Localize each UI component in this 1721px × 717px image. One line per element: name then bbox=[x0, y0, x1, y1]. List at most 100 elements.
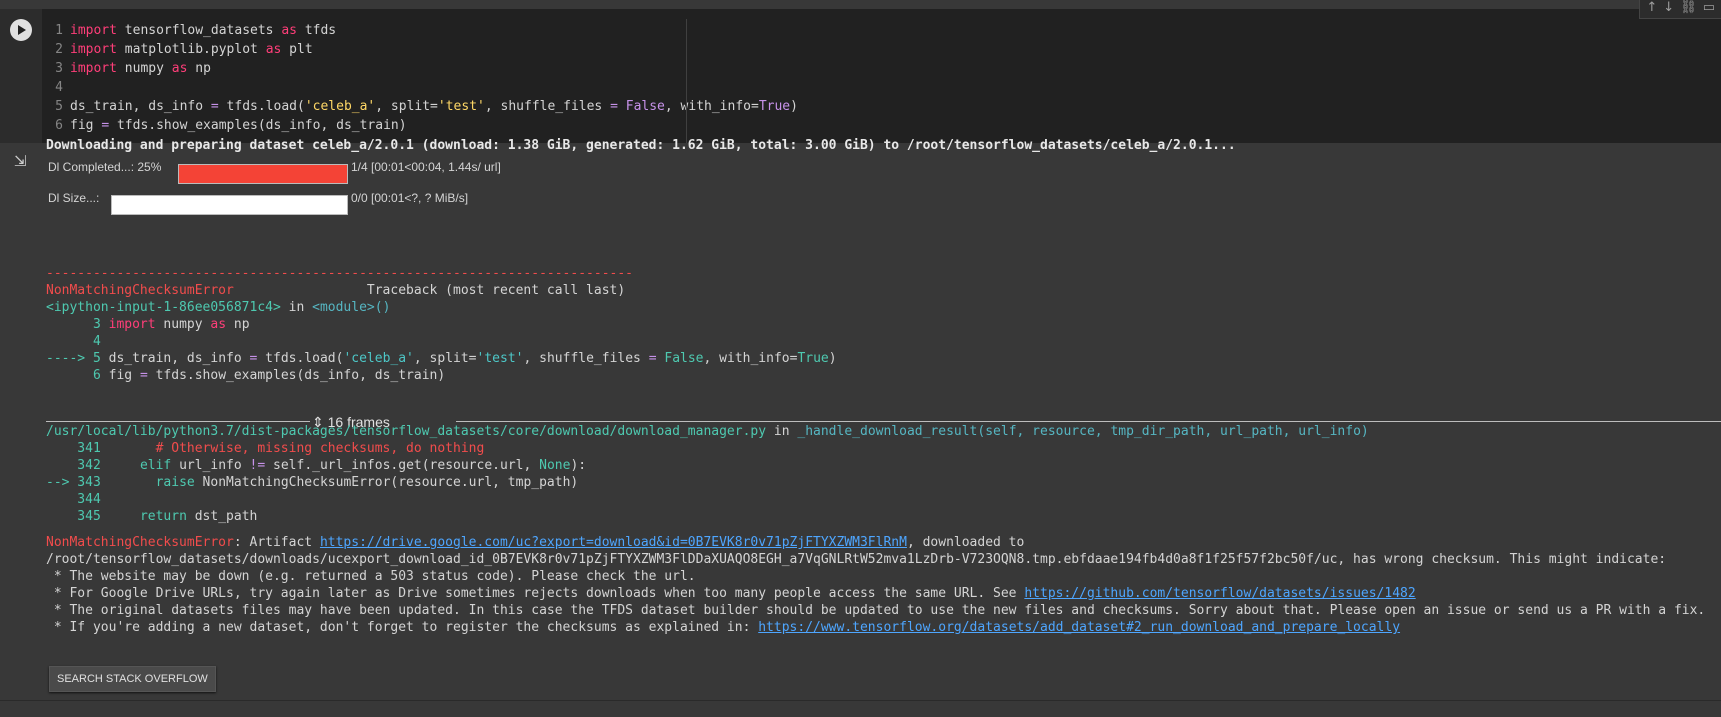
current-line-arrow: --> 343 bbox=[46, 475, 109, 490]
dl-completed-status: 1/4 [00:01<00:04, 1.44s/ url] bbox=[351, 160, 501, 174]
code-token: fig bbox=[70, 118, 102, 133]
traceback-line-number: 344 bbox=[46, 492, 109, 507]
bullet-google-drive: * For Google Drive URLs, try again later… bbox=[46, 585, 1416, 602]
link-icon[interactable]: ⛓ bbox=[1680, 0, 1697, 18]
traceback-dashes: ----------------------------------------… bbox=[46, 266, 633, 281]
current-line-arrow: ----> 5 bbox=[46, 351, 109, 366]
message-suffix: , downloaded to bbox=[906, 535, 1025, 550]
code-token: = bbox=[610, 99, 618, 114]
code-token: # Otherwise, missing checksums, do nothi… bbox=[108, 441, 485, 456]
code-token: 'test' bbox=[476, 351, 524, 366]
traceback-line: 344 bbox=[46, 491, 109, 508]
code-token: fig bbox=[108, 368, 140, 383]
artifact-link[interactable]: https://drive.google.com/uc?export=downl… bbox=[320, 535, 907, 550]
frame-function: _handle_download_result(self, resource, … bbox=[797, 424, 1369, 439]
bullet-4-text: * If you're adding a new dataset, don't … bbox=[46, 620, 759, 635]
code-token: return bbox=[139, 509, 187, 524]
code-token: ): bbox=[570, 458, 587, 473]
code-token: numpy bbox=[116, 61, 172, 76]
line-number: 3 bbox=[55, 61, 63, 76]
search-stack-overflow-button[interactable]: SEARCH STACK OVERFLOW bbox=[49, 666, 216, 692]
code-token: ) bbox=[828, 351, 837, 366]
bullet-files-updated: * The original datasets files may have b… bbox=[46, 603, 1706, 618]
code-token: False bbox=[625, 99, 665, 114]
line-number: 6 bbox=[55, 118, 63, 133]
notebook-bottom-strip bbox=[0, 700, 1721, 717]
code-token: True bbox=[758, 99, 791, 114]
code-line[interactable]: 2 import matplotlib.pyplot as plt bbox=[48, 41, 313, 59]
code-token: ) bbox=[790, 99, 798, 114]
code-token: ds_train, ds_info bbox=[108, 351, 250, 366]
code-token: import bbox=[70, 42, 117, 57]
traceback-line-number: 4 bbox=[46, 334, 109, 349]
code-token: , with_info= bbox=[664, 99, 759, 114]
code-token: elif bbox=[139, 458, 172, 473]
traceback-line-number: 341 bbox=[46, 441, 109, 456]
editor-ruler bbox=[686, 19, 687, 143]
line-number: 1 bbox=[55, 23, 63, 38]
cell-toolbar: ↑ ↓ ⛓ ▭ bbox=[1639, 0, 1721, 19]
code-token: = bbox=[210, 99, 219, 114]
code-token: = bbox=[101, 118, 110, 133]
code-token: self._url_infos.get(resource.url, bbox=[265, 458, 540, 473]
code-token: NonMatchingChecksumError(resource.url, t… bbox=[194, 475, 579, 490]
code-token: import bbox=[70, 23, 117, 38]
traceback-line: 341 # Otherwise, missing checksums, do n… bbox=[46, 440, 484, 457]
arrow-down-icon[interactable]: ↓ bbox=[1663, 0, 1674, 18]
message-prefix: : Artifact bbox=[233, 535, 320, 550]
code-token: tensorflow_datasets bbox=[116, 23, 282, 38]
code-token: np bbox=[226, 317, 250, 332]
code-token: as bbox=[281, 23, 297, 38]
code-token: , shuffle_files bbox=[484, 99, 611, 114]
traceback-line-number: 345 bbox=[46, 509, 109, 524]
bullet-website-down: * The website may be down (e.g. returned… bbox=[46, 569, 696, 584]
code-token: plt bbox=[281, 42, 313, 57]
traceback-location: <ipython-input-1-86ee056871c4> in <modul… bbox=[46, 299, 390, 316]
code-line[interactable]: 3 import numpy as np bbox=[48, 60, 211, 78]
frames-rule-left bbox=[46, 421, 310, 422]
code-token: != bbox=[249, 458, 266, 473]
code-token: import bbox=[108, 317, 156, 332]
add-dataset-link[interactable]: https://www.tensorflow.org/datasets/add_… bbox=[758, 620, 1400, 635]
code-token: tfds.load( bbox=[218, 99, 305, 114]
code-token: as bbox=[171, 61, 188, 76]
traceback-line: ----> 5 ds_train, ds_info = tfds.load('c… bbox=[46, 350, 837, 367]
code-token: = bbox=[139, 368, 148, 383]
comment-icon[interactable]: ▭ bbox=[1703, 0, 1715, 18]
run-cell-button[interactable] bbox=[10, 19, 32, 41]
traceback-line: 4 bbox=[46, 333, 109, 350]
code-token: np bbox=[187, 61, 211, 76]
dl-completed-progress-fill bbox=[179, 165, 347, 183]
code-token: True bbox=[797, 351, 829, 366]
github-issue-link[interactable]: https://github.com/tensorflow/datasets/i… bbox=[1024, 586, 1415, 601]
frame-file-path[interactable]: /usr/local/lib/python3.7/dist-packages/t… bbox=[46, 424, 766, 439]
code-token: False bbox=[664, 351, 704, 366]
dl-completed-label: Dl Completed...: 25% bbox=[48, 160, 162, 174]
code-line[interactable]: 4 bbox=[48, 79, 70, 97]
code-token: url_info bbox=[171, 458, 250, 473]
arrow-up-icon[interactable]: ↑ bbox=[1646, 0, 1657, 18]
traceback-line-number: 3 bbox=[46, 317, 109, 332]
error-message-line-1: NonMatchingChecksumError: Artifact https… bbox=[46, 534, 1024, 551]
code-cell[interactable]: 1 import tensorflow_datasets as tfds 2 impo… bbox=[0, 9, 1721, 143]
dl-size-status: 0/0 [00:01<?, ? MiB/s] bbox=[351, 191, 469, 205]
code-token: tfds bbox=[297, 23, 337, 38]
traceback-line-number: 6 bbox=[46, 368, 109, 383]
code-token: , with_info= bbox=[703, 351, 798, 366]
code-line[interactable]: 6 fig = tfds.show_examples(ds_info, ds_tr… bbox=[48, 117, 407, 135]
frame-location: /usr/local/lib/python3.7/dist-packages/t… bbox=[46, 423, 1369, 440]
traceback-label: Traceback (most recent call last) bbox=[233, 283, 626, 298]
dl-size-progress-bar bbox=[111, 195, 348, 215]
code-token: 'test' bbox=[437, 99, 485, 114]
code-token: matplotlib.pyplot bbox=[116, 42, 266, 57]
code-line[interactable]: 1 import tensorflow_datasets as tfds bbox=[48, 22, 336, 40]
output-clear-icon[interactable]: ⇲ bbox=[14, 154, 28, 169]
traceback-line: 3 import numpy as np bbox=[46, 316, 250, 333]
code-token: tfds.show_examples(ds_info, ds_train) bbox=[109, 118, 407, 133]
traceback-line: 6 fig = tfds.show_examples(ds_info, ds_t… bbox=[46, 367, 445, 384]
bullet-new-dataset: * If you're adding a new dataset, don't … bbox=[46, 619, 1400, 636]
code-token: ds_train, ds_info bbox=[70, 99, 211, 114]
